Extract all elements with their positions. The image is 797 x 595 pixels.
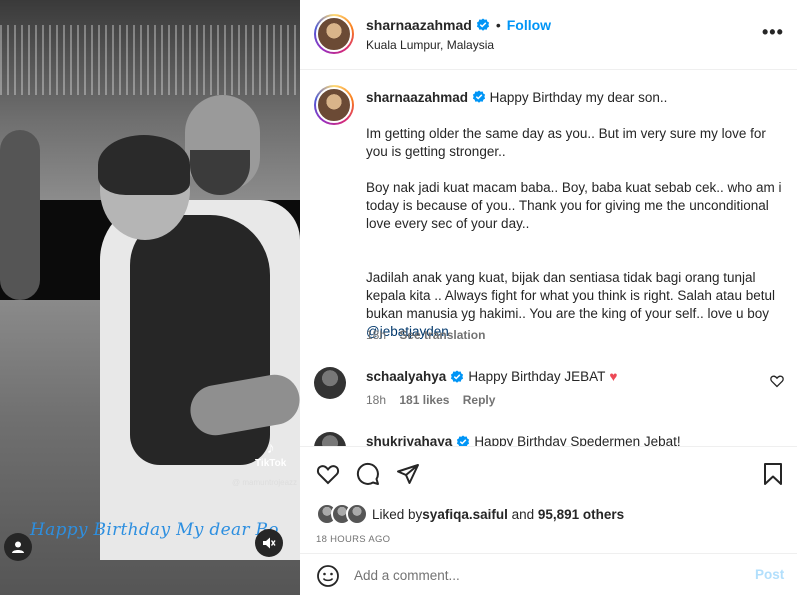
liker-avatars xyxy=(316,503,368,525)
comment-text: Happy Birthday Spedermen Jebat! xyxy=(474,434,681,446)
tiktok-brand: TikTok xyxy=(255,458,287,469)
post-location[interactable]: Kuala Lumpur, Malaysia xyxy=(366,38,494,52)
caption-paragraph: Boy nak jadi kuat macam baba.. Boy, baba… xyxy=(366,180,782,231)
mute-icon xyxy=(263,537,276,549)
author-avatar[interactable] xyxy=(314,14,354,54)
verified-badge-icon xyxy=(476,18,489,31)
liked-by-and: and xyxy=(507,506,538,522)
comment-bubble-icon[interactable] xyxy=(356,462,380,486)
media-roof-detail xyxy=(0,25,300,95)
author-username[interactable]: sharnaazahmad xyxy=(366,17,472,33)
caption-first-text: Happy Birthday my dear son.. xyxy=(489,90,668,105)
post-comment-button[interactable]: Post xyxy=(755,567,784,582)
tiktok-logo-icon: ♪ xyxy=(266,440,275,457)
tiktok-handle: @ mamuntrojeazz xyxy=(232,478,298,487)
comment-meta: 18h 181 likes Reply xyxy=(366,393,495,407)
commenter-avatar[interactable] xyxy=(314,367,346,399)
red-heart-emoji: ♥ xyxy=(609,369,618,384)
caption-meta: 18h See translation xyxy=(366,328,485,342)
media-child-hair xyxy=(98,135,190,195)
mute-button[interactable] xyxy=(255,529,283,557)
comment-time: 18h xyxy=(366,393,387,407)
caption-time: 18h xyxy=(366,328,387,342)
comment-line: shukriyahaya Happy Birthday Spedermen Je… xyxy=(366,434,681,446)
save-bookmark-icon[interactable] xyxy=(761,462,785,486)
liked-by-user[interactable]: syafiqa.saiful xyxy=(422,507,508,522)
caption-username[interactable]: sharnaazahmad xyxy=(366,90,468,105)
media-plant xyxy=(0,130,40,300)
liker-avatar xyxy=(346,503,368,525)
post-caption: sharnaazahmad Happy Birthday my dear son… xyxy=(366,89,786,341)
likes-summary: Liked by syafiqa.saiful and 95,891 other… xyxy=(316,503,624,525)
post-actions-bar xyxy=(300,446,797,500)
separator-dot: • xyxy=(495,17,501,33)
post-date[interactable]: 18 HOURS AGO xyxy=(316,534,390,545)
liked-by-prefix: Liked by xyxy=(372,506,423,522)
comment-text: Happy Birthday JEBAT xyxy=(468,369,606,384)
post-media[interactable]: ♪ TikTok @ mamuntrojeazz Happy Birthday … xyxy=(0,0,300,595)
verified-badge-icon xyxy=(451,370,464,383)
tagged-users-button[interactable] xyxy=(4,533,32,561)
caption-author-avatar[interactable] xyxy=(314,85,354,125)
share-send-icon[interactable] xyxy=(396,462,420,486)
see-translation-button[interactable]: See translation xyxy=(399,328,485,342)
commenter-username[interactable]: schaalyahya xyxy=(366,369,446,384)
post-header: sharnaazahmad • Follow Kuala Lumpur, Mal… xyxy=(300,0,797,70)
more-options-icon[interactable]: ••• xyxy=(762,22,784,43)
commenter-avatar[interactable] xyxy=(314,432,346,446)
follow-button[interactable]: Follow xyxy=(507,17,551,33)
user-tag-icon xyxy=(12,541,24,553)
comment-input[interactable] xyxy=(354,562,734,588)
verified-badge-icon xyxy=(472,90,485,103)
like-comment-heart-icon[interactable] xyxy=(770,374,784,388)
comment-likes[interactable]: 181 likes xyxy=(399,393,449,407)
emoji-icon[interactable] xyxy=(316,564,340,588)
reply-button[interactable]: Reply xyxy=(463,393,496,407)
caption-paragraph-text: Jadilah anak yang kuat, bijak dan sentia… xyxy=(366,270,775,321)
like-heart-icon[interactable] xyxy=(316,462,340,486)
caption-first-line: sharnaazahmad Happy Birthday my dear son… xyxy=(366,89,786,107)
comment-line: schaalyahya Happy Birthday JEBAT ♥ xyxy=(366,369,617,384)
caption-paragraph: Im getting older the same day as you.. B… xyxy=(366,126,766,159)
comment-item: shukriyahaya Happy Birthday Spedermen Je… xyxy=(314,432,784,446)
video-overlay-caption: Happy Birthday My dear Bo xyxy=(30,520,279,540)
tiktok-watermark: ♪ TikTok xyxy=(255,440,286,469)
verified-badge-icon xyxy=(457,435,470,446)
add-comment-bar: Post xyxy=(300,553,797,595)
comments-section[interactable]: sharnaazahmad Happy Birthday my dear son… xyxy=(300,71,797,446)
commenter-username[interactable]: shukriyahaya xyxy=(366,434,452,446)
author-line: sharnaazahmad • Follow xyxy=(366,17,551,33)
liked-by-others[interactable]: 95,891 others xyxy=(538,507,624,522)
post-side-panel: sharnaazahmad • Follow Kuala Lumpur, Mal… xyxy=(300,0,797,595)
